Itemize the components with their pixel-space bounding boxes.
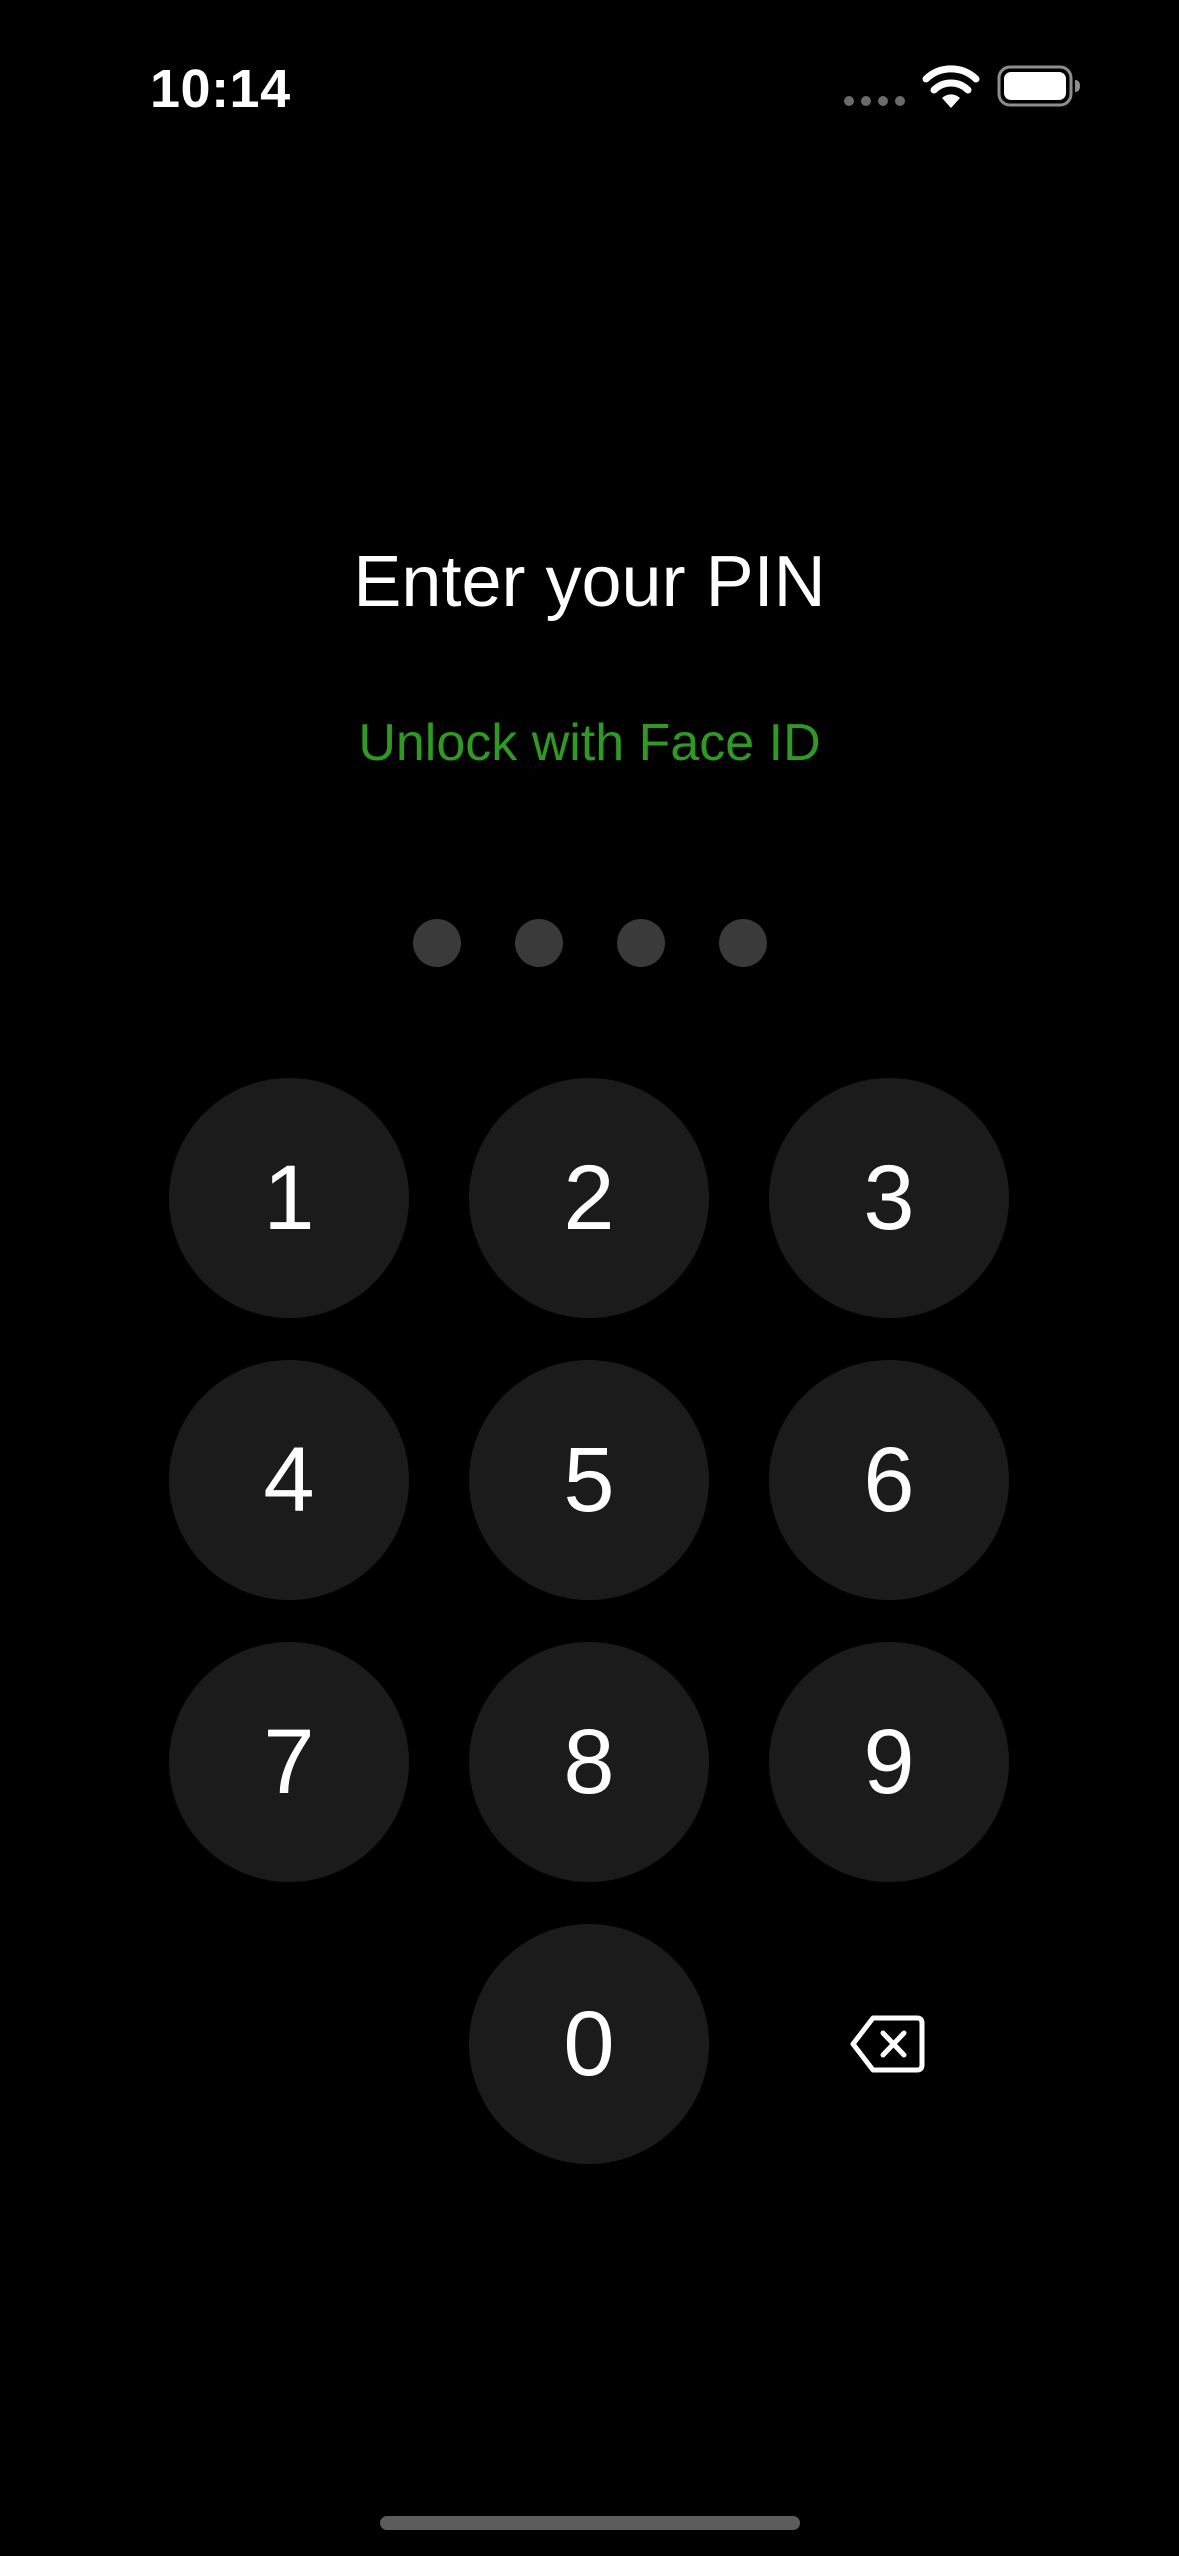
key-1-button[interactable]: 1 [169,1078,409,1318]
battery-icon [997,65,1080,107]
cellular-signal-icon [844,96,906,106]
pin-dot [617,919,665,967]
key-label: 9 [863,1711,915,1813]
key-label: 2 [563,1147,615,1249]
key-label: 1 [263,1147,315,1249]
key-8-button[interactable]: 8 [469,1642,709,1882]
unlock-with-face-id-link[interactable]: Unlock with Face ID [339,705,840,781]
key-2-button[interactable]: 2 [469,1078,709,1318]
pin-dot [413,919,461,967]
wifi-icon [922,65,980,108]
key-label: 0 [563,1993,615,2095]
home-indicator[interactable] [380,2516,800,2530]
delete-button[interactable] [767,1924,1007,2164]
key-3-button[interactable]: 3 [769,1078,1009,1318]
key-5-button[interactable]: 5 [469,1360,709,1600]
key-label: 8 [563,1711,615,1813]
pin-dot [719,919,767,967]
key-9-button[interactable]: 9 [769,1642,1009,1882]
key-label: 6 [863,1429,915,1531]
status-bar: 10:14 [0,0,1179,170]
key-7-button[interactable]: 7 [169,1642,409,1882]
pin-dot [515,919,563,967]
key-label: 7 [263,1711,315,1813]
key-label: 3 [863,1147,915,1249]
backspace-icon [850,2015,925,2073]
key-label: 4 [263,1429,315,1531]
key-4-button[interactable]: 4 [169,1360,409,1600]
key-label: 5 [563,1429,615,1531]
status-time: 10:14 [150,59,291,119]
key-0-button[interactable]: 0 [469,1924,709,2164]
page-title: Enter your PIN [353,542,826,622]
key-6-button[interactable]: 6 [769,1360,1009,1600]
